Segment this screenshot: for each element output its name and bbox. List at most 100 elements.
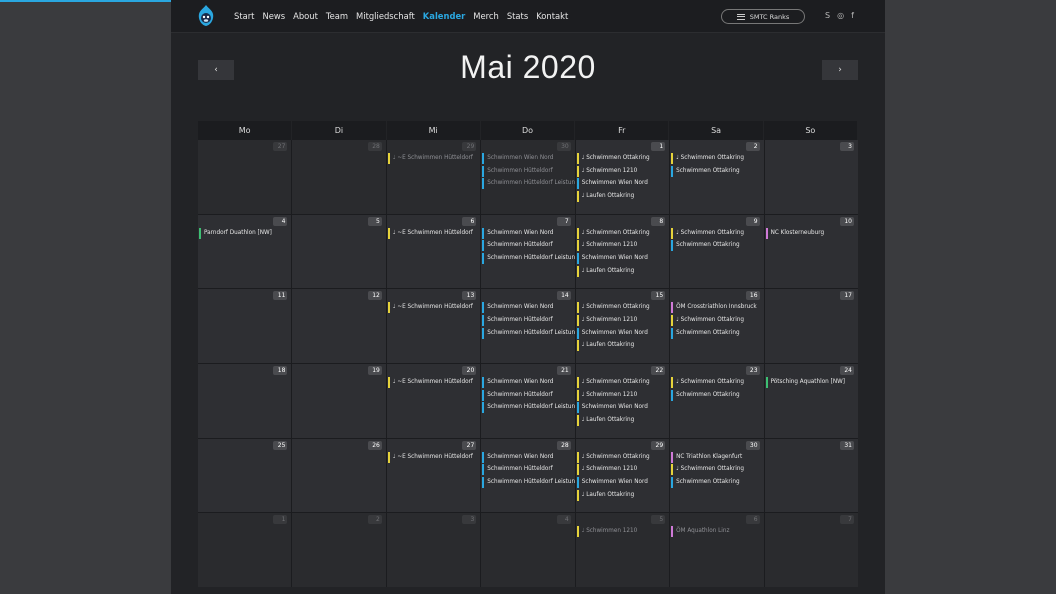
day-cell[interactable]: 19 bbox=[292, 364, 386, 438]
calendar-event[interactable]: ♩ ~E Schwimmen Hütteldorf bbox=[387, 227, 480, 239]
monkey-flame-logo-icon[interactable] bbox=[197, 5, 215, 27]
calendar-event[interactable]: Schwimmen Hütteldorf Leistungsgruppe bbox=[482, 327, 575, 339]
next-month-button[interactable]: › bbox=[822, 60, 858, 80]
calendar-event[interactable]: ♩ Schwimmen Ottakring bbox=[671, 227, 763, 239]
calendar-event[interactable]: Schwimmen Hütteldorf Leistungsgruppe bbox=[482, 253, 575, 265]
day-cell[interactable]: 28 Schwimmen Wien Nord Schwimmen Hütteldor… bbox=[481, 438, 575, 513]
day-cell[interactable]: 29 ♩ Schwimmen Ottakring ♩ Schwimmen 1210 S… bbox=[575, 438, 670, 513]
day-cell[interactable]: 24 Pötsching Aquathlon [NW] bbox=[764, 364, 858, 438]
day-cell[interactable]: 31 bbox=[764, 438, 858, 513]
day-cell[interactable]: 30 Schwimmen Wien Nord Schwimmen Hütteldor… bbox=[481, 140, 575, 214]
calendar-event[interactable]: ♩ ~E Schwimmen Hütteldorf bbox=[387, 153, 480, 164]
day-cell[interactable]: 7 Schwimmen Wien Nord Schwimmen Hütteldorf… bbox=[481, 214, 575, 289]
calendar-event[interactable]: ♩ Laufen Ottakring bbox=[576, 340, 669, 352]
day-cell[interactable]: 10 NC Klosterneuburg bbox=[764, 214, 858, 289]
strava-icon[interactable]: S bbox=[825, 11, 830, 20]
smtc-ranks-button[interactable]: SMTC Ranks bbox=[721, 9, 805, 24]
day-cell[interactable]: 2 bbox=[292, 513, 386, 588]
day-cell[interactable]: 28 bbox=[292, 140, 386, 214]
day-cell[interactable]: 5 bbox=[292, 214, 386, 289]
day-cell[interactable]: 8 ♩ Schwimmen Ottakring ♩ Schwimmen 1210 Sc… bbox=[575, 214, 670, 289]
day-cell[interactable]: 6 ÖM Aquathlon Linz bbox=[670, 513, 764, 588]
day-cell[interactable]: 3 bbox=[764, 140, 858, 214]
calendar-event[interactable]: Schwimmen Wien Nord bbox=[482, 227, 574, 239]
day-cell[interactable]: 23 ♩ Schwimmen Ottakring Schwimmen Ottakri… bbox=[670, 364, 764, 438]
nav-item-kalender[interactable]: Kalender bbox=[423, 11, 465, 21]
calendar-event[interactable]: Schwimmen Hütteldorf Leistungsgruppe bbox=[482, 178, 575, 190]
calendar-event[interactable]: Parndorf Duathlon [NW] bbox=[199, 227, 291, 239]
nav-item-merch[interactable]: Merch bbox=[473, 11, 499, 21]
nav-item-mitgliedschaft[interactable]: Mitgliedschaft bbox=[356, 11, 415, 21]
calendar-event[interactable]: NC Klosterneuburg bbox=[765, 227, 858, 239]
nav-item-stats[interactable]: Stats bbox=[507, 11, 528, 21]
day-cell[interactable]: 2 ♩ Schwimmen Ottakring Schwimmen Ottakrin… bbox=[670, 140, 764, 214]
calendar-event[interactable]: ♩ Schwimmen 1210 bbox=[576, 165, 669, 177]
calendar-event[interactable]: ♩ Schwimmen Ottakring bbox=[576, 227, 669, 239]
calendar-event[interactable]: ♩ Schwimmen 1210 bbox=[576, 526, 669, 538]
day-cell[interactable]: 27 bbox=[198, 140, 292, 214]
calendar-event[interactable]: Schwimmen Hütteldorf bbox=[482, 315, 574, 327]
calendar-event[interactable]: Schwimmen Ottakring bbox=[671, 240, 763, 252]
calendar-event[interactable]: Schwimmen Hütteldorf bbox=[482, 165, 574, 177]
calendar-event[interactable]: ÖM Aquathlon Linz bbox=[671, 526, 763, 538]
day-cell[interactable]: 15 ♩ Schwimmen Ottakring ♩ Schwimmen 1210 S… bbox=[575, 289, 670, 364]
calendar-event[interactable]: Schwimmen Ottakring bbox=[671, 389, 763, 401]
calendar-event[interactable]: NC Triathlon Klagenfurt bbox=[671, 451, 763, 463]
calendar-event[interactable]: ♩ Schwimmen Ottakring bbox=[576, 451, 669, 463]
calendar-event[interactable]: Schwimmen Hütteldorf bbox=[482, 389, 574, 401]
nav-item-news[interactable]: News bbox=[262, 11, 285, 21]
nav-item-about[interactable]: About bbox=[293, 11, 318, 21]
calendar-event[interactable]: Schwimmen Hütteldorf bbox=[482, 240, 574, 252]
calendar-event[interactable]: ♩ ~E Schwimmen Hütteldorf bbox=[387, 377, 480, 389]
calendar-event[interactable]: Schwimmen Hütteldorf Leistungsgruppe bbox=[482, 402, 575, 414]
calendar-event[interactable]: ♩ Schwimmen Ottakring bbox=[671, 377, 763, 389]
calendar-event[interactable]: Schwimmen Wien Nord bbox=[576, 327, 669, 339]
day-cell[interactable]: 6 ♩ ~E Schwimmen Hütteldorf bbox=[386, 214, 481, 289]
calendar-event[interactable]: ♩ Schwimmen 1210 bbox=[576, 389, 669, 401]
calendar-event[interactable]: ♩ Schwimmen 1210 bbox=[576, 464, 669, 476]
calendar-event[interactable]: ♩ ~E Schwimmen Hütteldorf bbox=[387, 302, 480, 314]
calendar-event[interactable]: ♩ Schwimmen Ottakring bbox=[576, 302, 669, 314]
calendar-event[interactable]: ♩ ~E Schwimmen Hütteldorf bbox=[387, 451, 480, 463]
day-cell[interactable]: 13 ♩ ~E Schwimmen Hütteldorf bbox=[386, 289, 481, 364]
day-cell[interactable]: 25 bbox=[198, 438, 292, 513]
day-cell[interactable]: 4 Parndorf Duathlon [NW] bbox=[198, 214, 292, 289]
calendar-event[interactable]: Schwimmen Ottakring bbox=[671, 477, 763, 489]
calendar-event[interactable]: Schwimmen Wien Nord bbox=[576, 402, 669, 414]
calendar-event[interactable]: Schwimmen Wien Nord bbox=[482, 377, 574, 389]
calendar-event[interactable]: ♩ Laufen Ottakring bbox=[576, 191, 669, 203]
day-cell[interactable]: 1 bbox=[198, 513, 292, 588]
calendar-event[interactable]: Schwimmen Wien Nord bbox=[576, 178, 669, 190]
instagram-icon[interactable]: ◎ bbox=[837, 11, 844, 20]
nav-item-kontakt[interactable]: Kontakt bbox=[536, 11, 568, 21]
calendar-event[interactable]: ♩ Schwimmen 1210 bbox=[576, 240, 669, 252]
day-cell[interactable]: 1 ♩ Schwimmen Ottakring ♩ Schwimmen 1210 Sc… bbox=[575, 140, 670, 214]
day-cell[interactable]: 5 ♩ Schwimmen 1210 bbox=[575, 513, 670, 588]
calendar-event[interactable]: Schwimmen Wien Nord bbox=[576, 253, 669, 265]
calendar-event[interactable]: Schwimmen Hütteldorf bbox=[482, 464, 574, 476]
calendar-event[interactable]: ♩ Laufen Ottakring bbox=[576, 265, 669, 277]
facebook-icon[interactable]: f bbox=[851, 11, 854, 20]
calendar-event[interactable]: Schwimmen Ottakring bbox=[671, 165, 763, 177]
day-cell[interactable]: 20 ♩ ~E Schwimmen Hütteldorf bbox=[386, 364, 481, 438]
calendar-event[interactable]: ♩ Schwimmen Ottakring bbox=[671, 315, 763, 327]
day-cell[interactable]: 22 ♩ Schwimmen Ottakring ♩ Schwimmen 1210 S… bbox=[575, 364, 670, 438]
day-cell[interactable]: 21 Schwimmen Wien Nord Schwimmen Hütteldor… bbox=[481, 364, 575, 438]
day-cell[interactable]: 26 bbox=[292, 438, 386, 513]
calendar-event[interactable]: Schwimmen Ottakring bbox=[671, 327, 763, 339]
calendar-event[interactable]: ♩ Schwimmen Ottakring bbox=[671, 153, 763, 164]
calendar-event[interactable]: ♩ Laufen Ottakring bbox=[576, 415, 669, 427]
day-cell[interactable]: 9 ♩ Schwimmen Ottakring Schwimmen Ottakrin… bbox=[670, 214, 764, 289]
calendar-event[interactable]: ♩ Schwimmen 1210 bbox=[576, 315, 669, 327]
calendar-event[interactable]: Schwimmen Wien Nord bbox=[482, 302, 574, 314]
calendar-event[interactable]: ♩ Laufen Ottakring bbox=[576, 489, 669, 501]
calendar-event[interactable]: Schwimmen Hütteldorf Leistungsgruppe bbox=[482, 477, 575, 489]
day-cell[interactable]: 7 bbox=[764, 513, 858, 588]
calendar-event[interactable]: Schwimmen Wien Nord bbox=[576, 477, 669, 489]
day-cell[interactable]: 14 Schwimmen Wien Nord Schwimmen Hütteldor… bbox=[481, 289, 575, 364]
calendar-event[interactable]: ♩ Schwimmen Ottakring bbox=[576, 377, 669, 389]
nav-item-team[interactable]: Team bbox=[326, 11, 348, 21]
calendar-event[interactable]: Pötsching Aquathlon [NW] bbox=[765, 377, 858, 389]
day-cell[interactable]: 12 bbox=[292, 289, 386, 364]
day-cell[interactable]: 3 bbox=[386, 513, 481, 588]
